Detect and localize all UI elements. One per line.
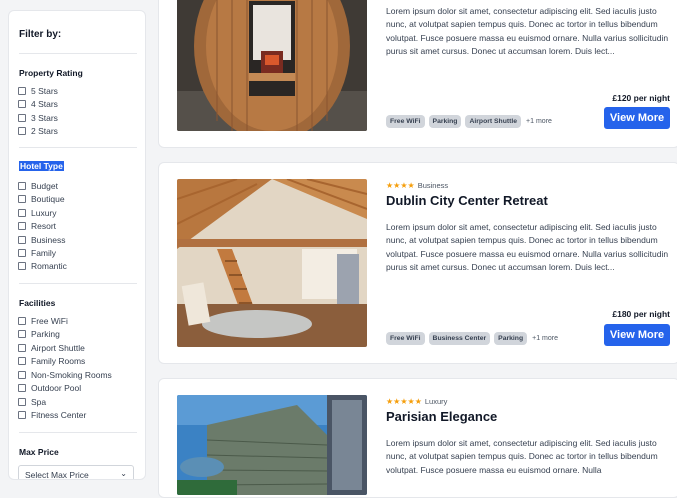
star-icon: ★ xyxy=(386,181,394,190)
divider xyxy=(19,147,137,148)
hotel-category: Business xyxy=(417,181,449,190)
star-rating: ★ ★ ★ ★ ★ Luxury xyxy=(386,397,447,406)
divider xyxy=(19,283,137,284)
filter-sidebar: Filter by: Property Rating 5 Stars 4 Sta… xyxy=(8,10,146,480)
facility-option-fitness[interactable]: Fitness Center xyxy=(18,410,86,420)
hotel-photo xyxy=(177,179,367,347)
checkbox[interactable] xyxy=(18,249,26,257)
hotel-description: Lorem ipsum dolor sit amet, consectetur … xyxy=(386,222,669,272)
hotel-type-option-family[interactable]: Family xyxy=(18,248,56,258)
property-rating-heading: Property Rating xyxy=(19,68,83,78)
facility-option-shuttle[interactable]: Airport Shuttle xyxy=(18,343,85,353)
view-more-button[interactable]: View More xyxy=(604,324,670,346)
star-icon: ★ xyxy=(407,397,415,406)
hotel-description: Lorem ipsum dolor sit amet, consectetur … xyxy=(386,438,658,475)
checkbox[interactable] xyxy=(18,317,26,325)
hotel-price: £180 per night xyxy=(612,309,670,319)
hotel-card: ★ ★ ★ ★ ★ Luxury Parisian Elegance Lorem ips… xyxy=(158,378,677,498)
checkbox[interactable] xyxy=(18,182,26,190)
facility-option-parking[interactable]: Parking xyxy=(18,329,60,339)
checkbox[interactable] xyxy=(18,330,26,338)
checkbox[interactable] xyxy=(18,114,26,122)
rating-option-4[interactable]: 4 Stars xyxy=(18,99,58,109)
checkbox[interactable] xyxy=(18,222,26,230)
star-rating: ★ ★ ★ ★ Business xyxy=(386,181,448,190)
amenity-tag: Free WiFi xyxy=(386,115,425,128)
sauna-image xyxy=(177,0,367,131)
more-tags-link[interactable]: +1 more xyxy=(532,335,558,342)
rating-option-5[interactable]: 5 Stars xyxy=(18,86,58,96)
checkbox[interactable] xyxy=(18,236,26,244)
view-more-button[interactable]: View More xyxy=(604,107,670,129)
checkbox[interactable] xyxy=(18,262,26,270)
filter-title: Filter by: xyxy=(19,29,62,40)
checkbox[interactable] xyxy=(18,209,26,217)
facilities-heading: Facilities xyxy=(19,298,56,308)
hotel-type-option-romantic[interactable]: Romantic xyxy=(18,261,67,271)
checkbox[interactable] xyxy=(18,87,26,95)
star-icon: ★ xyxy=(386,397,394,406)
checkbox[interactable] xyxy=(18,195,26,203)
rating-option-3[interactable]: 3 Stars xyxy=(18,113,58,123)
max-price-select[interactable]: Select Max Price ⌄ xyxy=(18,465,134,479)
amenity-tags: Free WiFi Parking Airport Shuttle +1 mor… xyxy=(386,115,552,128)
amenity-tag: Business Center xyxy=(428,332,491,345)
star-icon: ★ xyxy=(407,181,415,190)
divider xyxy=(19,432,137,433)
amenity-tag: Airport Shuttle xyxy=(465,115,522,128)
hotel-type-option-budget[interactable]: Budget xyxy=(18,181,58,191)
chevron-down-icon: ⌄ xyxy=(120,469,127,478)
city-building-image xyxy=(177,395,367,495)
amenity-tag: Parking xyxy=(494,332,528,345)
checkbox[interactable] xyxy=(18,411,26,419)
hotel-type-option-luxury[interactable]: Luxury xyxy=(18,208,57,218)
facility-option-spa[interactable]: Spa xyxy=(18,397,46,407)
amenity-tag: Parking xyxy=(428,115,462,128)
hotel-price: £120 per night xyxy=(612,93,670,103)
hotel-photo xyxy=(177,0,367,131)
max-price-heading: Max Price xyxy=(19,447,59,457)
hotel-name[interactable]: Dublin City Center Retreat xyxy=(386,193,548,208)
checkbox[interactable] xyxy=(18,357,26,365)
amenity-tag: Free WiFi xyxy=(386,332,425,345)
facility-option-pool[interactable]: Outdoor Pool xyxy=(18,383,81,393)
divider xyxy=(19,53,137,54)
hotel-photo xyxy=(177,395,367,495)
hotel-type-option-resort[interactable]: Resort xyxy=(18,221,56,231)
checkbox[interactable] xyxy=(18,384,26,392)
hotel-name[interactable]: Parisian Elegance xyxy=(386,409,497,424)
hotel-card: Lorem ipsum dolor sit amet, consectetur … xyxy=(158,0,677,148)
hotel-category: Luxury xyxy=(424,397,448,406)
facility-option-wifi[interactable]: Free WiFi xyxy=(18,316,68,326)
facility-option-non-smoking[interactable]: Non-Smoking Rooms xyxy=(18,370,112,380)
checkbox[interactable] xyxy=(18,344,26,352)
star-icon: ★ xyxy=(400,181,408,190)
rating-option-2[interactable]: 2 Stars xyxy=(18,126,58,136)
loft-interior-image xyxy=(177,179,367,347)
amenity-tags: Free WiFi Business Center Parking +1 mor… xyxy=(386,332,558,345)
hotel-description: Lorem ipsum dolor sit amet, consectetur … xyxy=(386,6,669,56)
star-icon: ★ xyxy=(393,397,401,406)
hotel-type-option-business[interactable]: Business xyxy=(18,235,66,245)
checkbox[interactable] xyxy=(18,371,26,379)
hotel-type-heading: Hotel Type xyxy=(19,161,64,171)
more-tags-link[interactable]: +1 more xyxy=(526,118,552,125)
checkbox[interactable] xyxy=(18,127,26,135)
star-icon: ★ xyxy=(393,181,401,190)
checkbox[interactable] xyxy=(18,398,26,406)
star-icon: ★ xyxy=(400,397,408,406)
hotel-card: ★ ★ ★ ★ Business Dublin City Center Retreat… xyxy=(158,162,677,364)
star-icon: ★ xyxy=(414,397,422,406)
hotel-type-option-boutique[interactable]: Boutique xyxy=(18,194,65,204)
checkbox[interactable] xyxy=(18,100,26,108)
facility-option-family-rooms[interactable]: Family Rooms xyxy=(18,356,85,366)
